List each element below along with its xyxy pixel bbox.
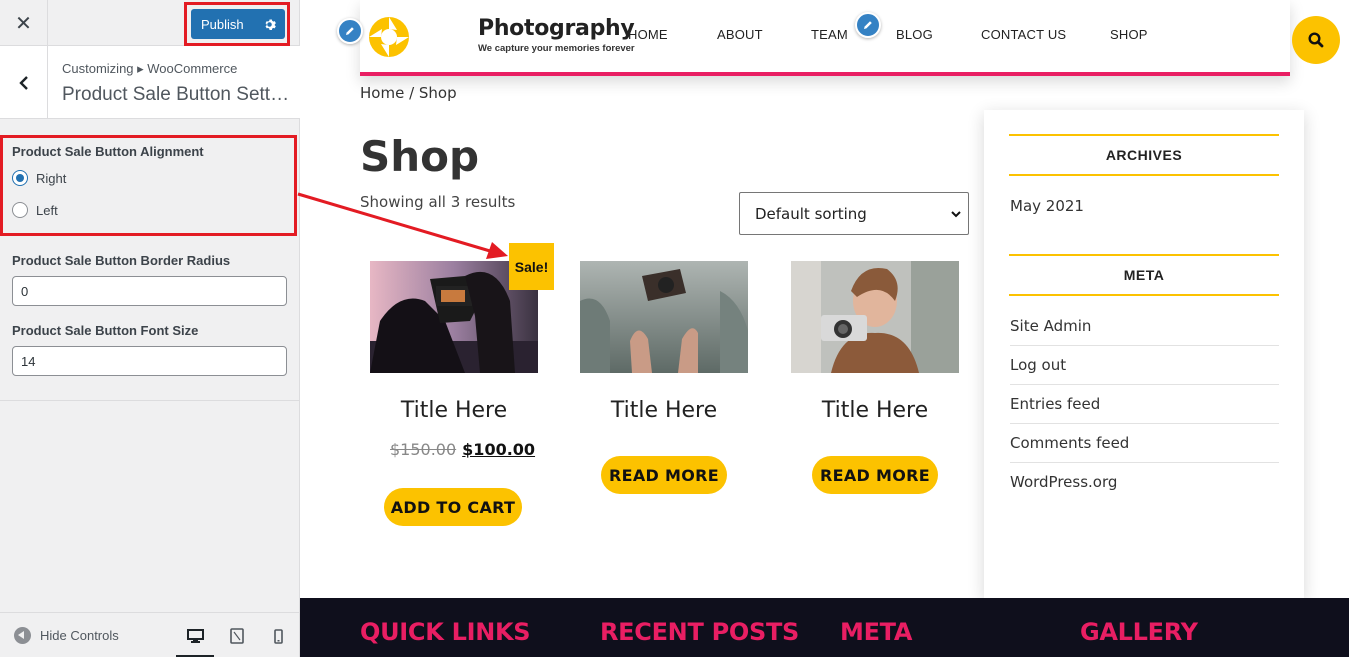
site-name: Photography [478, 16, 635, 41]
search-button[interactable] [1292, 16, 1340, 64]
chevron-down-icon [950, 206, 962, 224]
site-footer: QUICK LINKS RECENT POSTS META GALLERY [300, 598, 1366, 657]
font-size-input[interactable]: 14 [12, 346, 287, 376]
customizer-breadcrumb: Customizing ▸ WooCommerce [62, 61, 238, 76]
alignment-option-left-label: Left [36, 202, 58, 218]
footer-heading-meta: META [840, 618, 913, 646]
section-header: Customizing ▸ WooCommerce Product Sale B… [0, 46, 300, 119]
pencil-icon [864, 21, 872, 29]
border-radius-label: Product Sale Button Border Radius [12, 253, 231, 268]
section-title: Product Sale Button Setti… [62, 84, 290, 105]
site-tagline: We capture your memories forever [478, 43, 635, 54]
alignment-option-right[interactable]: Right [12, 170, 66, 186]
sort-select[interactable]: Default sorting [739, 192, 969, 235]
gear-icon[interactable] [259, 13, 279, 35]
edit-shortcut-menu[interactable] [855, 12, 881, 38]
customizer-screen: ✕ Publish Customizing ▸ WooCommerce Prod… [0, 0, 1366, 657]
sort-value: Default sorting [755, 204, 867, 223]
publish-button[interactable]: Publish [191, 9, 285, 39]
product-title[interactable]: Title Here [791, 398, 959, 423]
customizer-panel: ✕ Publish Customizing ▸ WooCommerce Prod… [0, 0, 300, 657]
close-icon[interactable]: ✕ [0, 0, 48, 46]
product-price: $150.00 $100.00 [390, 440, 535, 459]
divider [1010, 423, 1279, 424]
edit-shortcut-logo[interactable] [337, 18, 363, 44]
pencil-icon [346, 27, 354, 35]
nav-contact-us[interactable]: CONTACT US [981, 27, 1066, 42]
divider [1010, 462, 1279, 463]
breadcrumb: Home / Shop [360, 84, 457, 102]
site-preview: Photography We capture your memories for… [300, 0, 1366, 657]
scrollbar-track[interactable] [1349, 598, 1366, 657]
publish-label: Publish [201, 16, 244, 32]
desktop-preview-icon[interactable] [176, 625, 214, 657]
border-radius-input[interactable]: 0 [12, 276, 287, 306]
product-title[interactable]: Title Here [370, 398, 538, 423]
alignment-option-right-label: Right [36, 170, 67, 186]
breadcrumb-home[interactable]: Home [360, 84, 404, 102]
meta-link-wordpress-org[interactable]: WordPress.org [1010, 473, 1279, 491]
sidebar: ARCHIVES May 2021 META Site Admin Log ou… [984, 110, 1304, 598]
radio-right[interactable] [12, 170, 28, 186]
back-button[interactable] [0, 46, 48, 119]
camera-aperture-icon [368, 16, 410, 58]
nav-about[interactable]: ABOUT [717, 27, 763, 42]
old-price: $150.00 [390, 440, 457, 459]
product-image[interactable] [791, 261, 959, 373]
archive-link[interactable]: May 2021 [1010, 197, 1279, 215]
font-size-label: Product Sale Button Font Size [12, 323, 199, 338]
nav-team[interactable]: TEAM [811, 27, 848, 42]
customizer-header: ✕ Publish [0, 0, 300, 46]
nav-blog[interactable]: BLOG [896, 27, 933, 42]
product-title[interactable]: Title Here [580, 398, 748, 423]
sale-price: $100.00 [462, 440, 536, 459]
meta-link-entries-feed[interactable]: Entries feed [1010, 395, 1279, 413]
read-more-button[interactable]: READ MORE [812, 456, 938, 494]
nav-home[interactable]: HOME [628, 27, 668, 42]
meta-heading: META [1009, 254, 1279, 296]
site-logo[interactable]: Photography We capture your memories for… [478, 16, 635, 54]
breadcrumb-separator: / [404, 84, 419, 102]
sale-badge: Sale! [509, 243, 554, 290]
mobile-preview-icon[interactable] [267, 625, 289, 647]
tablet-preview-icon[interactable] [226, 625, 248, 647]
divider [0, 400, 300, 401]
radio-left[interactable] [12, 202, 28, 218]
hide-controls-button[interactable]: Hide Controls [14, 627, 119, 644]
alignment-label: Product Sale Button Alignment [12, 144, 204, 159]
footer-heading-recent-posts: RECENT POSTS [600, 618, 800, 646]
search-icon [1308, 32, 1324, 48]
footer-heading-quick-links: QUICK LINKS [360, 618, 531, 646]
divider [1010, 345, 1279, 346]
divider [1010, 384, 1279, 385]
footer-heading-gallery: GALLERY [1080, 618, 1198, 646]
meta-link-site-admin[interactable]: Site Admin [1010, 317, 1279, 335]
breadcrumb-current: Shop [418, 84, 457, 102]
chevron-left-icon [18, 75, 28, 90]
site-header: Photography We capture your memories for… [360, 0, 1340, 76]
meta-link-log-out[interactable]: Log out [1010, 356, 1279, 374]
archives-heading: ARCHIVES [1009, 134, 1279, 176]
alignment-option-left[interactable]: Left [12, 202, 58, 218]
meta-link-comments-feed[interactable]: Comments feed [1010, 434, 1279, 452]
page-title: Shop [360, 132, 480, 181]
add-to-cart-button[interactable]: ADD TO CART [384, 488, 522, 526]
read-more-button[interactable]: READ MORE [601, 456, 727, 494]
nav-shop[interactable]: SHOP [1110, 27, 1148, 42]
hide-controls-label: Hide Controls [40, 628, 119, 643]
product-image[interactable] [580, 261, 748, 373]
customizer-footer: Hide Controls [0, 612, 300, 657]
result-count: Showing all 3 results [360, 193, 516, 211]
collapse-icon [14, 627, 31, 644]
